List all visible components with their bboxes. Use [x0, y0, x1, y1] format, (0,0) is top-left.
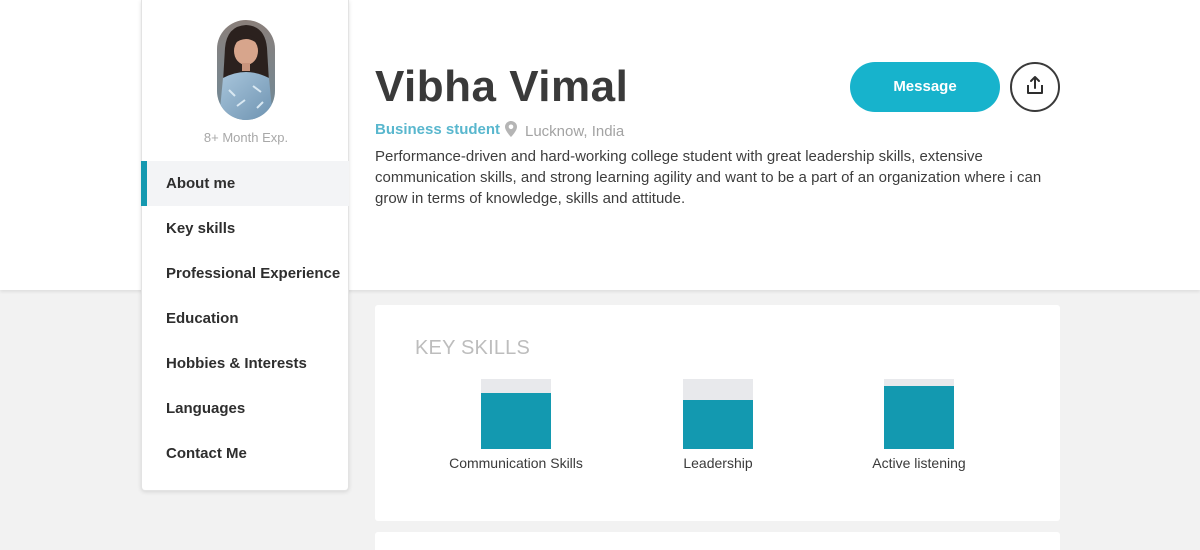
sidebar: 8+ Month Exp. About me Key skills Profes… [141, 0, 349, 491]
sidebar-nav: About me Key skills Professional Experie… [141, 161, 349, 476]
sidebar-item-about-me[interactable]: About me [141, 161, 349, 206]
sidebar-item-contact-me[interactable]: Contact Me [142, 431, 349, 476]
key-skills-card: KEY SKILLS Communication Skills Leadersh… [375, 305, 1060, 521]
profile-role: Business student [375, 121, 501, 138]
sidebar-item-key-skills[interactable]: Key skills [142, 206, 349, 251]
skill-label: Leadership [683, 455, 753, 471]
skill-bar-track [884, 379, 954, 449]
sidebar-item-languages[interactable]: Languages [142, 386, 349, 431]
skill-item: Active listening [819, 379, 1019, 471]
profile-name: Vibha Vimal [375, 62, 629, 111]
profile-bio: Performance-driven and hard-working coll… [375, 148, 1042, 207]
skill-bar-fill [481, 393, 551, 449]
avatar [217, 20, 275, 120]
sidebar-item-education[interactable]: Education [142, 296, 349, 341]
sidebar-item-professional-experience[interactable]: Professional Experience [142, 251, 349, 296]
skill-label: Active listening [872, 455, 966, 471]
skill-label: Communication Skills [449, 455, 583, 471]
skill-bar-fill [683, 400, 753, 449]
skill-item: Communication Skills [416, 379, 616, 471]
skill-bar-track [481, 379, 551, 449]
message-button[interactable]: Message [850, 62, 1000, 112]
share-upload-icon [1025, 75, 1045, 100]
skill-bar-track [683, 379, 753, 449]
location-pin-icon [505, 121, 525, 141]
sidebar-item-hobbies[interactable]: Hobbies & Interests [142, 341, 349, 386]
profile-location: Lucknow, India [505, 121, 624, 141]
key-skills-title: KEY SKILLS [415, 337, 531, 359]
next-section-card [375, 532, 1060, 550]
location-text: Lucknow, India [525, 122, 625, 140]
skill-bar-fill [884, 386, 954, 449]
experience-text: 8+ Month Exp. [203, 130, 289, 145]
share-button[interactable] [1010, 62, 1060, 112]
skill-item: Leadership [618, 379, 818, 471]
